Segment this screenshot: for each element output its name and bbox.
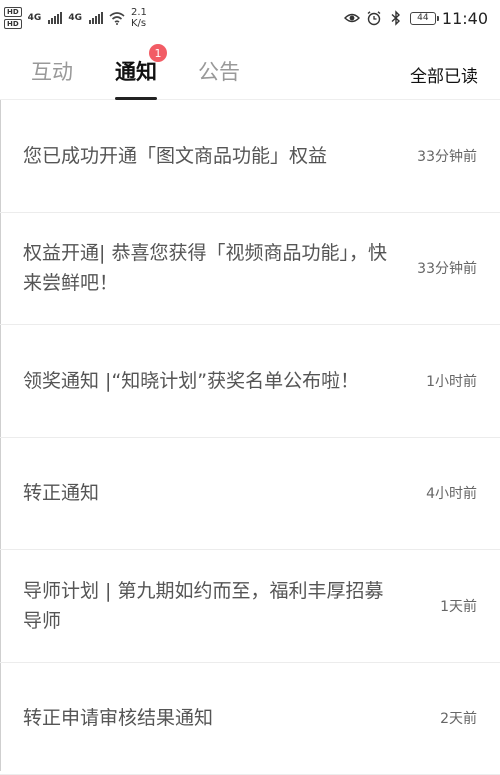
notification-item[interactable]: 转正申请审核结果通知 2天前 bbox=[0, 663, 500, 775]
hd-indicator-2: HD bbox=[4, 19, 22, 29]
network-speed-unit: K/s bbox=[131, 18, 147, 29]
tab-notifications[interactable]: 通知 bbox=[115, 56, 157, 86]
network-speed: 2.1 K/s bbox=[131, 7, 147, 29]
tab-interaction[interactable]: 互动 bbox=[31, 56, 73, 86]
status-bar: HD HD 4G 4G 2.1 K/s 44 11 bbox=[0, 0, 500, 36]
mark-all-read-button[interactable]: 全部已读 bbox=[410, 62, 478, 87]
notification-title: 您已成功开通「图文商品功能」权益 bbox=[23, 141, 395, 171]
status-time: 11:40 bbox=[442, 9, 488, 28]
tab-announcements[interactable]: 公告 bbox=[198, 56, 240, 86]
notification-time: 2天前 bbox=[440, 708, 477, 728]
eye-icon bbox=[344, 10, 360, 26]
network-speed-value: 2.1 bbox=[131, 7, 147, 18]
notification-title: 领奖通知 |“知晓计划”获奖名单公布啦！ bbox=[23, 366, 395, 396]
notification-time: 33分钟前 bbox=[417, 146, 477, 166]
notification-title: 转正申请审核结果通知 bbox=[23, 703, 395, 733]
notification-title: 导师计划 | 第九期如约而至，福利丰厚招募导师 bbox=[23, 576, 395, 636]
notification-time: 4小时前 bbox=[426, 483, 477, 503]
status-bar-left: HD HD 4G 4G 2.1 K/s bbox=[4, 7, 147, 29]
status-bar-right: 44 11:40 bbox=[344, 9, 488, 28]
hd-indicator-1: HD bbox=[4, 7, 22, 17]
bluetooth-icon bbox=[388, 10, 404, 26]
notification-item[interactable]: 领奖通知 |“知晓计划”获奖名单公布啦！ 1小时前 bbox=[0, 325, 500, 438]
notification-title: 权益开通| 恭喜您获得「视频商品功能」，快来尝鲜吧！ bbox=[23, 238, 395, 298]
signal-icon-1 bbox=[48, 12, 62, 24]
notification-item[interactable]: 权益开通| 恭喜您获得「视频商品功能」，快来尝鲜吧！ 33分钟前 bbox=[0, 213, 500, 326]
notification-time: 33分钟前 bbox=[417, 258, 477, 278]
notification-list: 您已成功开通「图文商品功能」权益 33分钟前 权益开通| 恭喜您获得「视频商品功… bbox=[0, 100, 500, 775]
notification-count-badge: 1 bbox=[149, 44, 167, 62]
wifi-icon bbox=[109, 11, 125, 25]
notification-time: 1小时前 bbox=[426, 371, 477, 391]
tab-bar: 互动 通知 1 公告 全部已读 bbox=[0, 36, 500, 100]
signal-icon-2 bbox=[89, 12, 103, 24]
hd-indicators: HD HD bbox=[4, 7, 22, 29]
notification-time: 1天前 bbox=[440, 596, 477, 616]
alarm-clock-icon bbox=[366, 10, 382, 26]
notification-item[interactable]: 导师计划 | 第九期如约而至，福利丰厚招募导师 1天前 bbox=[0, 550, 500, 663]
battery-icon: 44 bbox=[410, 12, 436, 25]
notification-item[interactable]: 您已成功开通「图文商品功能」权益 33分钟前 bbox=[0, 100, 500, 213]
notification-item[interactable]: 转正通知 4小时前 bbox=[0, 438, 500, 551]
network-type-1: 4G bbox=[28, 13, 42, 23]
network-type-2: 4G bbox=[68, 13, 82, 23]
notification-title: 转正通知 bbox=[23, 478, 395, 508]
